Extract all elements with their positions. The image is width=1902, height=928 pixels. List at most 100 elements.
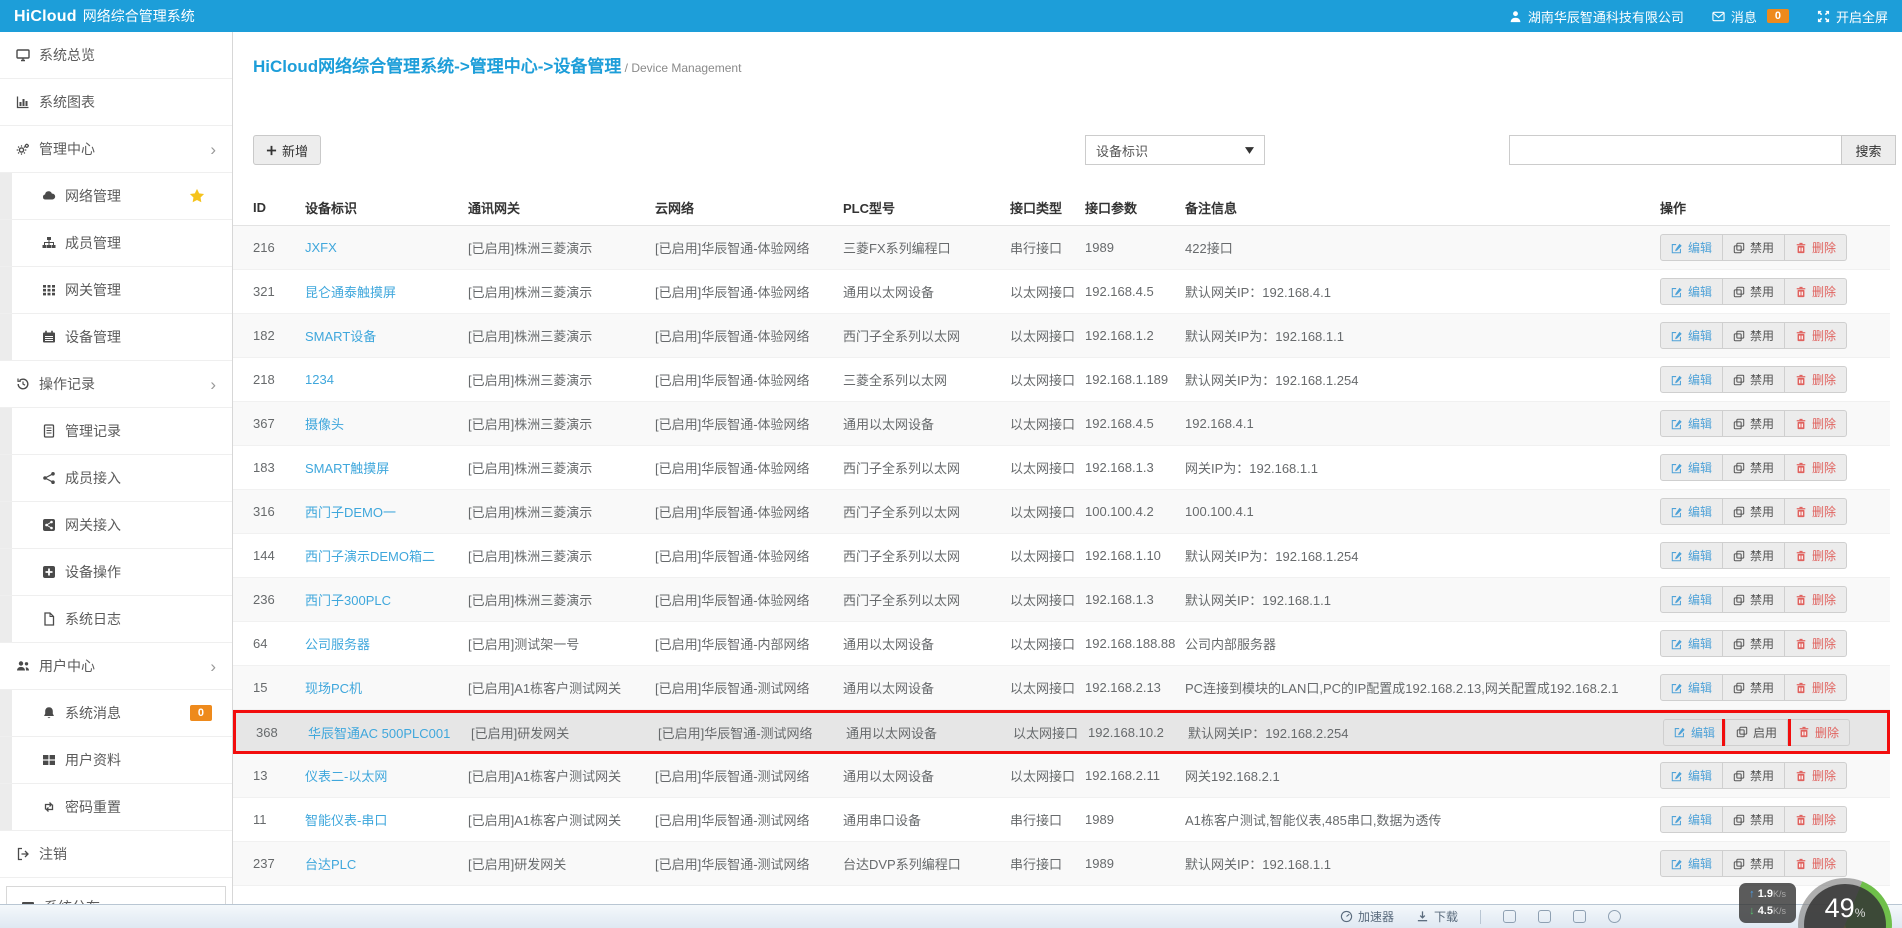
disable-button[interactable]: 禁用 — [1723, 454, 1786, 481]
device-name-link[interactable]: 智能仪表-串口 — [305, 810, 468, 829]
statusbar-accelerator[interactable]: 加速器 — [1340, 908, 1394, 925]
sidebar-item-5[interactable]: 成员管理 — [0, 220, 232, 267]
bar-chart-icon — [16, 95, 30, 109]
statusbar-download[interactable]: 下载 — [1416, 908, 1458, 925]
sidebar-item-17[interactable]: 密码重置 — [0, 784, 232, 831]
filter-select[interactable]: 设备标识 — [1085, 135, 1265, 165]
device-name-link[interactable]: 西门子DEMO一 — [305, 502, 468, 521]
search-button[interactable]: 搜索 — [1841, 135, 1896, 165]
device-name-link[interactable]: 华辰智通AC 500PLC001 — [308, 723, 471, 742]
clone-icon — [1733, 286, 1745, 298]
edit-button[interactable]: 编辑 — [1660, 322, 1724, 349]
device-name-link[interactable]: JXFX — [305, 240, 468, 255]
edit-button[interactable]: 编辑 — [1660, 850, 1724, 877]
edit-button[interactable]: 编辑 — [1660, 542, 1724, 569]
edit-button[interactable]: 编辑 — [1660, 410, 1724, 437]
sign-out-icon — [16, 847, 30, 861]
delete-button[interactable]: 删除 — [1785, 762, 1848, 789]
device-name-link[interactable]: 现场PC机 — [305, 678, 468, 697]
disable-button[interactable]: 禁用 — [1723, 806, 1786, 833]
delete-button[interactable]: 删除 — [1785, 806, 1848, 833]
sidebar-item-6[interactable]: 网关管理 — [0, 267, 232, 314]
search-input[interactable] — [1509, 135, 1841, 165]
sidebar-item-10[interactable]: 成员接入 — [0, 455, 232, 502]
delete-button[interactable]: 删除 — [1785, 278, 1848, 305]
disable-button[interactable]: 禁用 — [1723, 674, 1786, 701]
company-menu[interactable]: 湖南华辰智通科技有限公司 — [1509, 7, 1684, 26]
delete-button[interactable]: 删除 — [1785, 234, 1848, 261]
disable-button[interactable]: 禁用 — [1723, 762, 1786, 789]
fullscreen-button[interactable]: 开启全屏 — [1817, 7, 1888, 26]
device-name-link[interactable]: 公司服务器 — [305, 634, 468, 653]
disable-button[interactable]: 禁用 — [1723, 630, 1786, 657]
delete-button[interactable]: 删除 — [1785, 498, 1848, 525]
calendar-icon — [42, 330, 56, 344]
delete-button[interactable]: 删除 — [1785, 366, 1848, 393]
cell-remark: 默认网关IP为：192.168.1.254 — [1185, 373, 1359, 388]
edit-button[interactable]: 编辑 — [1660, 366, 1724, 393]
device-name-link[interactable]: 西门子演示DEMO箱二 — [305, 546, 468, 565]
delete-button[interactable]: 删除 — [1785, 322, 1848, 349]
device-name-link[interactable]: 西门子300PLC — [305, 590, 468, 609]
add-button[interactable]: 新增 — [253, 135, 322, 165]
edit-button[interactable]: 编辑 — [1660, 234, 1724, 261]
device-name-link[interactable]: SMART触摸屏 — [305, 458, 468, 477]
disable-button[interactable]: 禁用 — [1723, 322, 1786, 349]
sidebar-item-8[interactable]: 操作记录 › — [0, 361, 232, 408]
sidebar-item-13[interactable]: 系统日志 — [0, 596, 232, 643]
delete-button[interactable]: 删除 — [1788, 718, 1851, 746]
delete-button[interactable]: 删除 — [1785, 674, 1848, 701]
table-row: 144 西门子演示DEMO箱二 [已启用]株洲三菱演示 [已启用]华辰智通-体验网络 西… — [233, 534, 1890, 578]
sidebar-item-3[interactable]: 管理中心 › — [0, 126, 232, 173]
edit-button[interactable]: 编辑 — [1660, 674, 1724, 701]
disable-button[interactable]: 禁用 — [1723, 366, 1786, 393]
device-name-link[interactable]: 昆仑通泰触摸屏 — [305, 282, 468, 301]
statusbar-icon[interactable] — [1503, 910, 1517, 923]
delete-button[interactable]: 删除 — [1785, 630, 1848, 657]
disable-button[interactable]: 禁用 — [1723, 586, 1786, 613]
clone-icon — [1733, 506, 1745, 518]
delete-button[interactable]: 删除 — [1785, 850, 1848, 877]
statusbar-icon[interactable] — [1608, 910, 1622, 923]
device-name-link[interactable]: 摄像头 — [305, 414, 468, 433]
disable-button[interactable]: 禁用 — [1723, 850, 1786, 877]
delete-button[interactable]: 删除 — [1785, 542, 1848, 569]
sidebar-item-14[interactable]: 用户中心 › — [0, 643, 232, 690]
sidebar-item-15[interactable]: 系统消息 0 — [0, 690, 232, 737]
sidebar-item-12[interactable]: 设备操作 — [0, 549, 232, 596]
pencil-icon — [1671, 462, 1683, 474]
sidebar-item-2[interactable]: 系统图表 — [0, 79, 232, 126]
disable-button[interactable]: 禁用 — [1723, 278, 1786, 305]
edit-button[interactable]: 编辑 — [1660, 762, 1724, 789]
delete-button[interactable]: 删除 — [1785, 410, 1848, 437]
edit-button[interactable]: 编辑 — [1660, 586, 1724, 613]
disable-button[interactable]: 禁用 — [1723, 498, 1786, 525]
edit-button[interactable]: 编辑 — [1660, 806, 1724, 833]
disable-button[interactable]: 禁用 — [1723, 542, 1786, 569]
disable-button[interactable]: 禁用 — [1723, 410, 1786, 437]
edit-button[interactable]: 编辑 — [1660, 498, 1724, 525]
sidebar-item-7[interactable]: 设备管理 — [0, 314, 232, 361]
device-name-link[interactable]: 1234 — [305, 372, 468, 387]
edit-button[interactable]: 编辑 — [1663, 718, 1727, 746]
delete-button[interactable]: 删除 — [1785, 454, 1848, 481]
sidebar-item-4[interactable]: 网络管理 — [0, 173, 232, 220]
device-name-link[interactable]: 仪表二-以太网 — [305, 766, 468, 785]
sidebar-item-9[interactable]: 管理记录 — [0, 408, 232, 455]
edit-button[interactable]: 编辑 — [1660, 454, 1724, 481]
edit-button[interactable]: 编辑 — [1660, 630, 1724, 657]
edit-button[interactable]: 编辑 — [1660, 278, 1724, 305]
messages-menu[interactable]: 消息 0 — [1712, 7, 1789, 26]
device-name-link[interactable]: 台达PLC — [305, 854, 468, 873]
sidebar-item-1[interactable]: 系统总览 — [0, 32, 232, 79]
device-name-link[interactable]: SMART设备 — [305, 326, 468, 345]
delete-button[interactable]: 删除 — [1785, 586, 1848, 613]
statusbar-icon[interactable] — [1573, 910, 1587, 923]
sidebar-item-11[interactable]: 网关接入 — [0, 502, 232, 549]
enable-button[interactable]: 启用 — [1722, 718, 1792, 746]
sidebar-item-18[interactable]: 注销 — [0, 831, 232, 878]
cell-cloud: [已启用]华辰智通-体验网络 — [655, 373, 810, 388]
sidebar-item-16[interactable]: 用户资料 — [0, 737, 232, 784]
disable-button[interactable]: 禁用 — [1723, 234, 1786, 261]
statusbar-icon[interactable] — [1538, 910, 1552, 923]
